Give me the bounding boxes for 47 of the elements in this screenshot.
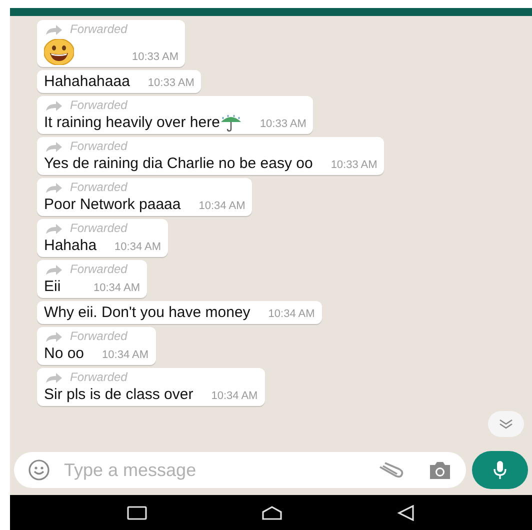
forward-arrow-icon <box>46 264 62 275</box>
camera-icon[interactable] <box>428 460 452 480</box>
message-text: Hahaha <box>44 237 97 254</box>
message-input-bar[interactable]: Type a message <box>14 452 466 488</box>
scroll-down-button[interactable] <box>488 411 524 437</box>
recents-icon[interactable] <box>127 506 148 520</box>
message-time: 10:33 AM <box>260 117 306 132</box>
double-chevron-down-icon <box>499 419 513 429</box>
message-time: 10:33 AM <box>330 158 378 174</box>
forwarded-label: Forwarded <box>70 22 128 37</box>
microphone-button[interactable] <box>472 451 528 489</box>
back-icon[interactable] <box>396 504 415 520</box>
forwarded-label: Forwarded <box>70 98 128 113</box>
forward-arrow-icon <box>46 24 62 34</box>
forwarded-label: Forwarded <box>70 370 128 386</box>
message-text: Sir pls is de class over <box>44 386 194 404</box>
message-time: 10:34 AM <box>268 307 315 322</box>
message-text: No oo <box>44 345 84 362</box>
message-text: It raining heavily over here <box>44 114 220 131</box>
message-time: 10:34 AM <box>198 199 246 214</box>
message-text: Hahahahaaa <box>44 73 130 90</box>
message-time: 10:33 AM <box>132 50 178 65</box>
message-time: 10:34 AM <box>211 389 258 404</box>
forward-arrow-icon <box>46 142 62 152</box>
message-time: 10:34 AM <box>114 240 162 256</box>
forwarded-label: Forwarded <box>70 262 128 278</box>
message-text: Yes de raining dia Charlie no be easy oo <box>44 155 313 172</box>
forward-arrow-icon <box>46 332 62 342</box>
message-time: 10:34 AM <box>94 281 140 296</box>
forward-arrow-icon <box>46 224 62 234</box>
message-text: Eii <box>44 278 61 296</box>
forward-arrow-icon <box>46 372 62 383</box>
message-time: 10:34 AM <box>102 348 149 364</box>
message-time: 10:33 AM <box>148 76 194 91</box>
forwarded-label: Forwarded <box>70 180 128 196</box>
message-input[interactable]: Type a message <box>64 456 362 484</box>
message-text: Poor Network paaaa <box>44 196 181 214</box>
forwarded-label: Forwarded <box>70 139 128 154</box>
emoji-icon[interactable] <box>28 459 50 481</box>
message-text: Why eii. Don't you have money <box>44 304 250 322</box>
forwarded-label: Forwarded <box>70 329 128 344</box>
microphone-icon <box>493 460 507 480</box>
forwarded-label: Forwarded <box>70 221 128 236</box>
home-icon[interactable] <box>262 506 282 520</box>
umbrella-rain-icon <box>220 114 242 132</box>
forward-arrow-icon <box>46 182 62 193</box>
forward-arrow-icon <box>46 100 62 110</box>
